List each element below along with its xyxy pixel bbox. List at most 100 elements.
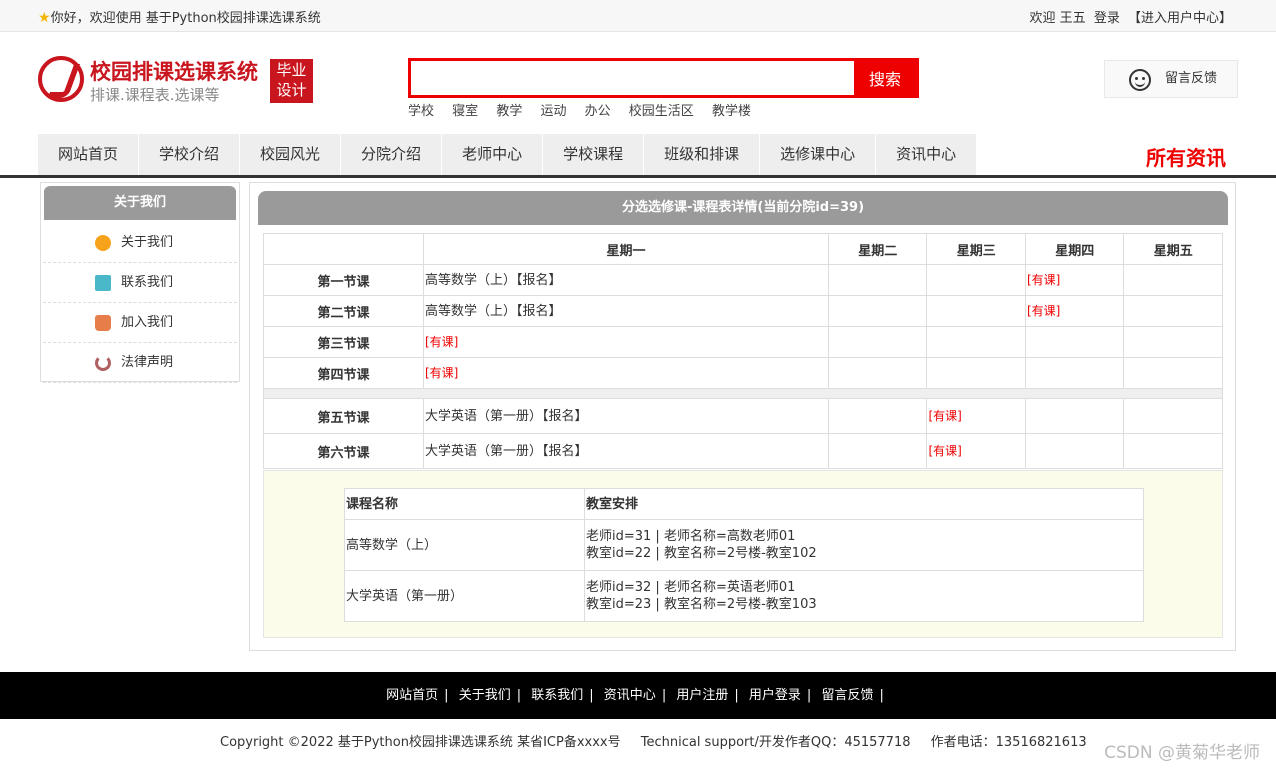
nav-item-teacher-center[interactable]: 老师中心 (442, 134, 544, 175)
footer-nav: 网站首页 | 关于我们 | 联系我们 | 资讯中心 | 用户注册 | 用户登录 | 留言反馈… (0, 672, 1276, 719)
course-enroll-link[interactable]: 大学英语（第一册）【报名】 (425, 409, 588, 424)
classroom-arrangement-table: 课程名称 教室安排 高等数学（上） 老师id=31 | 老师名称=高数老师01 … (344, 488, 1144, 622)
corner-cell (263, 233, 424, 265)
footer-link-contact[interactable]: 联系我们 (531, 688, 583, 703)
day-header: 星期一 (423, 233, 829, 265)
course-name-cell: 大学英语（第一册） (344, 570, 585, 622)
teacher-info: 老师id=31 | 老师名称=高数老师01 (586, 529, 796, 544)
footer-link-home[interactable]: 网站首页 (386, 688, 438, 703)
lock-icon (95, 315, 111, 331)
day-header: 星期三 (926, 233, 1026, 265)
hotword-link[interactable]: 运动 (540, 104, 566, 119)
course-enroll-link[interactable]: 大学英语（第一册）【报名】 (425, 444, 588, 459)
has-class-link[interactable]: [有课] (928, 444, 961, 458)
nav-item-school-intro[interactable]: 学校介绍 (139, 134, 241, 175)
nav-item-home[interactable]: 网站首页 (38, 134, 140, 175)
period-label: 第二节课 (263, 295, 424, 327)
course-name-header: 课程名称 (344, 488, 585, 520)
table-row: 第六节课 大学英语（第一册）【报名】 [有课] (263, 433, 1223, 469)
sidebar-item-about[interactable]: 关于我们 (43, 223, 237, 263)
has-class-link[interactable]: [有课] (425, 366, 458, 380)
footer-link-news[interactable]: 资讯中心 (604, 688, 656, 703)
sidebar-item-legal[interactable]: 法律声明 (43, 343, 237, 383)
logo-title: 校园排课选课系统 (90, 60, 258, 84)
nav-item-elective-center[interactable]: 选修课中心 (760, 134, 877, 175)
sidebar: 关于我们 关于我们 联系我们 加入我们 法律声明 (40, 182, 240, 383)
all-news-link[interactable]: 所有资讯 (1146, 142, 1226, 171)
search-input[interactable] (411, 61, 857, 95)
sidebar-item-label: 加入我们 (121, 315, 174, 330)
logo-subtitle: 排课.课程表.选课等 (90, 86, 220, 104)
customer-service-icon (1129, 69, 1151, 91)
top-bar: ★你好，欢迎使用 基于Python校园排课选课系统 欢迎 王五 登录 【进入用户… (0, 0, 1276, 32)
footer-link-about[interactable]: 关于我们 (459, 688, 511, 703)
panel-title: 分选选修课-课程表详情(当前分院id=39) (258, 191, 1228, 225)
watermark: CSDN @黄菊华老师 (1104, 743, 1260, 763)
day-header: 星期二 (827, 233, 928, 265)
teacher-info: 老师id=32 | 老师名称=英语老师01 (586, 580, 796, 595)
nav-item-news-center[interactable]: 资讯中心 (876, 134, 978, 175)
nav-item-college-intro[interactable]: 分院介绍 (341, 134, 443, 175)
table-row: 第二节课 高等数学（上）【报名】 [有课] (263, 295, 1223, 327)
sidebar-item-label: 法律声明 (121, 355, 174, 370)
timetable: 星期一 星期二 星期三 星期四 星期五 第一节课 高等数学（上）【报名】 [有课… (263, 233, 1223, 469)
clipboard-icon (95, 275, 111, 291)
footer-link-login[interactable]: 用户登录 (749, 688, 801, 703)
table-row: 第三节课 [有课] (263, 326, 1223, 358)
footer-link-feedback[interactable]: 留言反馈 (821, 688, 873, 703)
phone-text: 作者电话：13516821613 (930, 735, 1087, 750)
footer-separator: | (806, 688, 812, 703)
period-label: 第三节课 (263, 326, 424, 358)
hotword-link[interactable]: 校园生活区 (629, 104, 694, 119)
nav-item-school-courses[interactable]: 学校课程 (543, 134, 645, 175)
hotword-link[interactable]: 教学 (496, 104, 522, 119)
copyright-line: Copyright ©2022 基于Python校园排课选课系统 某省ICP备x… (220, 731, 1103, 750)
sidebar-item-contact[interactable]: 联系我们 (43, 263, 237, 303)
has-class-link[interactable]: [有课] (1027, 304, 1060, 318)
table-row: 第四节课 [有课] (263, 357, 1223, 389)
table-row: 大学英语（第一册） 老师id=32 | 老师名称=英语老师01 教室id=23 … (344, 570, 1144, 622)
feedback-button[interactable]: 留言反馈 (1104, 60, 1238, 98)
classroom-header: 教室安排 (584, 488, 1144, 520)
hotword-link[interactable]: 教学楼 (712, 104, 751, 119)
about-icon (95, 235, 111, 251)
search-box: 搜索 (408, 58, 919, 98)
logo-badge-line2: 设计 (276, 81, 307, 99)
schedule-panel: 分选选修课-课程表详情(当前分院id=39) 星期一 星期二 星期三 星期四 星… (249, 182, 1236, 651)
table-separator-row (263, 388, 1223, 399)
footer-separator: | (589, 688, 594, 703)
sidebar-item-label: 关于我们 (121, 235, 174, 250)
login-link[interactable]: 登录 (1094, 11, 1120, 26)
has-class-link[interactable]: [有课] (425, 335, 458, 349)
has-class-link[interactable]: [有课] (1027, 273, 1060, 287)
classroom-cell: 老师id=32 | 老师名称=英语老师01 教室id=23 | 教室名称=2号楼… (584, 570, 1144, 622)
course-enroll-link[interactable]: 高等数学（上）【报名】 (425, 304, 562, 319)
footer-separator: | (444, 688, 449, 703)
user-greeting: 欢迎 王五 (1029, 11, 1086, 26)
hotword-link[interactable]: 寝室 (452, 104, 478, 119)
footer-link-register[interactable]: 用户注册 (676, 688, 728, 703)
main-nav: 网站首页 学校介绍 校园风光 分院介绍 老师中心 学校课程 班级和排课 选修课中… (0, 132, 1276, 178)
table-row: 第五节课 大学英语（第一册）【报名】 [有课] (263, 398, 1223, 434)
course-enroll-link[interactable]: 高等数学（上）【报名】 (425, 273, 562, 288)
site-logo[interactable]: 校园排课选课系统 排课.课程表.选课等 毕业 设计 (38, 56, 318, 112)
table-row: 第一节课 高等数学（上）【报名】 [有课] (263, 264, 1223, 296)
day-header: 星期五 (1123, 233, 1223, 265)
sidebar-title: 关于我们 (44, 186, 236, 220)
period-label: 第四节课 (263, 357, 424, 389)
nav-item-class-schedule[interactable]: 班级和排课 (644, 134, 761, 175)
footer-separator: | (516, 688, 522, 703)
period-label: 第六节课 (263, 433, 424, 469)
has-class-link[interactable]: [有课] (928, 409, 961, 423)
hotword-link[interactable]: 学校 (408, 104, 434, 119)
welcome-label: 你好，欢迎使用 基于Python校园排课选课系统 (50, 11, 321, 26)
sidebar-item-label: 联系我们 (121, 275, 174, 290)
power-icon (95, 355, 111, 371)
sidebar-item-join[interactable]: 加入我们 (43, 303, 237, 343)
user-center-link[interactable]: 【进入用户中心】 (1128, 11, 1232, 26)
support-text: Technical support/开发作者QQ：45157718 (640, 735, 911, 750)
hotword-link[interactable]: 办公 (585, 104, 611, 119)
copyright-text: Copyright ©2022 基于Python校园排课选课系统 某省ICP备x… (220, 735, 621, 750)
nav-item-campus-scenery[interactable]: 校园风光 (240, 134, 342, 175)
search-button[interactable]: 搜索 (854, 61, 916, 95)
